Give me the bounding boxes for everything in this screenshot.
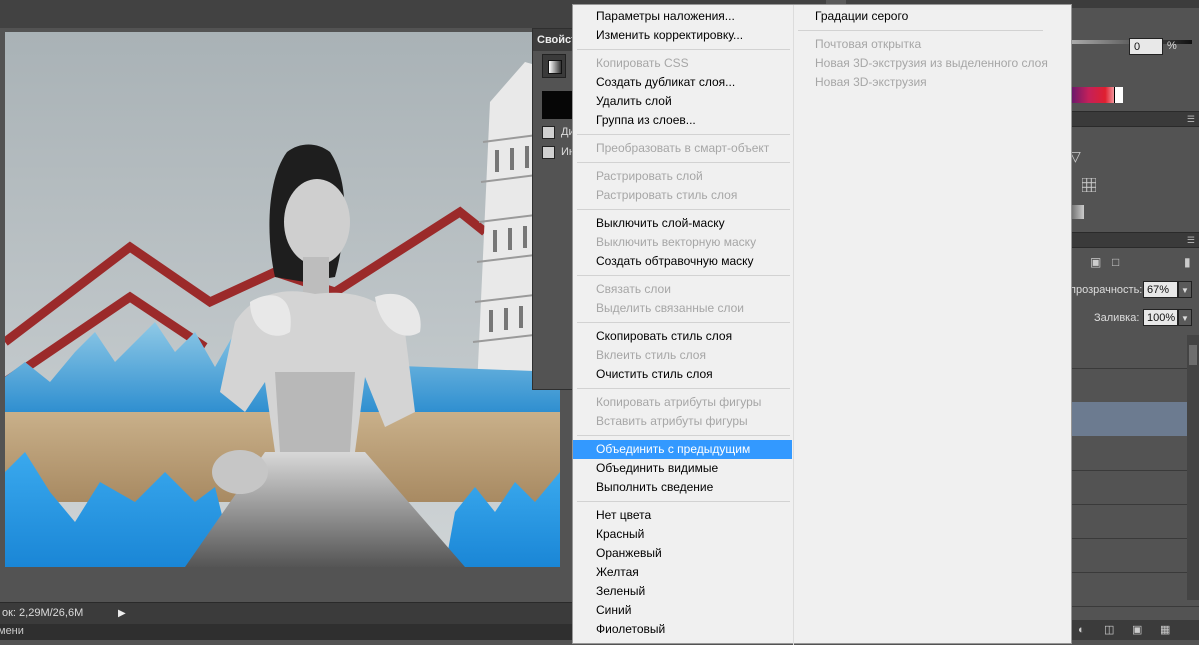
menu-item-create-clipping-mask[interactable]: Создать обтравочную маску [573,252,792,271]
status-bar: ок: 2,29M/26,6M ▶ [0,602,572,625]
adjustment-layer-icon[interactable]: ◐ [1078,624,1090,636]
menu-item-delete-layer[interactable]: Удалить слой [573,92,792,111]
layer-row[interactable] [1070,436,1199,471]
menu-item-copy-css[interactable]: Копировать CSS [573,54,792,73]
menu-item-copy-shape-attributes[interactable]: Копировать атрибуты фигуры [573,393,792,412]
layers-scrollbar[interactable] [1187,335,1199,600]
menu-item-select-linked[interactable]: Выделить связанные слои [573,299,792,318]
menu-item-merge-visible[interactable]: Объединить видимые [573,459,792,478]
timeline-tab-label[interactable]: мени [0,625,24,637]
layer-row[interactable] [1070,538,1199,573]
gradient-map-adjustment-icon[interactable] [1070,205,1084,219]
menu-item-color-orange[interactable]: Оранжевый [573,544,792,563]
document-canvas[interactable] [5,32,560,567]
color-percent-field[interactable]: 0 [1129,38,1163,55]
layer-row[interactable] [1070,334,1199,369]
menu-item-color-yellow[interactable]: Желтая [573,563,792,582]
layer-row[interactable] [1070,470,1199,505]
menu-separator [577,435,790,436]
layers-panel-menu-icon[interactable]: ☰ [1187,235,1195,246]
checkbox-dither[interactable] [542,126,555,139]
panel-menu-icon[interactable]: ☰ [1187,114,1195,125]
fill-field[interactable]: 100% [1143,309,1178,326]
layers-scrollbar-thumb[interactable] [1189,345,1197,365]
adjustment-icon-button[interactable] [542,54,566,78]
menu-separator [577,134,790,135]
menu-item-grayscale[interactable]: Градации серого [794,7,1071,26]
menu-item-color-blue[interactable]: Синий [573,601,792,620]
trash-icon[interactable]: ▦ [1160,624,1172,636]
document-size-readout: ок: 2,29M/26,6M [2,607,84,619]
menu-separator [577,49,790,50]
menu-item-disable-vector-mask[interactable]: Выключить векторную маску [573,233,792,252]
spectrum-white-end [1114,87,1123,103]
menu-item-paste-shape-attributes[interactable]: Вставить атрибуты фигуры [573,412,792,431]
menu-item-3d-extrusion-selected[interactable]: Новая 3D-экструзия из выделенного слоя [794,54,1071,73]
menu-item-3d-extrusion[interactable]: Новая 3D-экструзия [794,73,1071,92]
menu-separator [577,209,790,210]
menu-item-color-red[interactable]: Красный [573,525,792,544]
percent-sign: % [1167,40,1177,52]
bottom-tab-bar: мени [0,624,572,640]
menu-item-disable-layer-mask[interactable]: Выключить слой-маску [573,214,792,233]
menu-separator [798,30,1043,31]
layer-row-selected[interactable] [1070,402,1187,436]
properties-panel: Свойст Ди Ин [532,28,576,390]
menu-item-duplicate-layer[interactable]: Создать дубликат слоя... [573,73,792,92]
menu-item-edit-adjustment[interactable]: Изменить корректировку... [573,26,792,45]
menu-item-merge-down[interactable]: Объединить с предыдущим [573,440,792,459]
new-layer-icon[interactable]: ▣ [1132,624,1144,636]
menu-item-convert-smart-object[interactable]: Преобразовать в смарт-объект [573,139,792,158]
status-menu-arrow-icon[interactable]: ▶ [118,608,130,620]
triangle-adjustment-icon[interactable]: ▽ [1070,148,1086,164]
menu-column-divider [793,5,794,645]
layer-row[interactable] [1070,572,1199,607]
gradient-swatch[interactable] [542,91,575,119]
collage-image [5,32,560,567]
menu-item-color-none[interactable]: Нет цвета [573,506,792,525]
menu-item-color-violet[interactable]: Фиолетовый [573,620,792,639]
menu-item-copy-layer-style[interactable]: Скопировать стиль слоя [573,327,792,346]
menu-item-paste-layer-style[interactable]: Вклеить стиль слоя [573,346,792,365]
layer-row[interactable] [1070,504,1199,539]
checkbox-invert[interactable] [542,146,555,159]
fill-dropdown-button[interactable]: ▼ [1178,309,1192,326]
menu-separator [577,162,790,163]
color-panel-header[interactable] [1070,0,1199,8]
opacity-label: прозрачность: [1070,284,1143,296]
new-group-icon[interactable]: ◫ [1104,624,1116,636]
properties-panel-header[interactable]: Свойст [533,29,575,51]
filter-toggle-icon[interactable]: ▮ [1184,255,1191,269]
grid-adjustment-icon[interactable] [1082,178,1096,192]
menu-item-blending-options[interactable]: Параметры наложения... [573,7,792,26]
menu-separator [577,322,790,323]
menu-item-postcard[interactable]: Почтовая открытка [794,35,1071,54]
gradient-map-icon [548,60,562,74]
menu-item-link-layers[interactable]: Связать слои [573,280,792,299]
layer-row[interactable] [1070,368,1199,403]
menu-item-color-green[interactable]: Зеленый [573,582,792,601]
menu-separator [577,388,790,389]
layers-panel-footer: ◐ ◫ ▣ ▦ [1070,620,1199,640]
opacity-field[interactable]: 67% [1143,281,1178,298]
smart-object-icon[interactable]: □ [1112,255,1119,269]
menu-separator [577,275,790,276]
right-panel-dock: 0 % ☰ ▽ ☰ ▣ □ ▮ прозрачность: 67% ▼ Зали… [1070,0,1199,640]
transform-icon[interactable]: ▣ [1090,255,1101,269]
menu-item-group-from-layers[interactable]: Группа из слоев... [573,111,792,130]
layers-panel-header[interactable]: ☰ [1070,232,1199,248]
menu-separator [577,501,790,502]
menu-item-rasterize-style[interactable]: Растрировать стиль слоя [573,186,792,205]
adjustments-panel-header[interactable]: ☰ [1070,111,1199,127]
menu-item-flatten-image[interactable]: Выполнить сведение [573,478,792,497]
fill-label: Заливка: [1094,312,1140,324]
menu-item-rasterize-layer[interactable]: Растрировать слой [573,167,792,186]
properties-panel-title: Свойст [537,34,575,46]
layer-context-menu: Параметры наложения... Изменить корректи… [572,4,1072,645]
menu-item-clear-layer-style[interactable]: Очистить стиль слоя [573,365,792,384]
opacity-dropdown-button[interactable]: ▼ [1178,281,1192,298]
